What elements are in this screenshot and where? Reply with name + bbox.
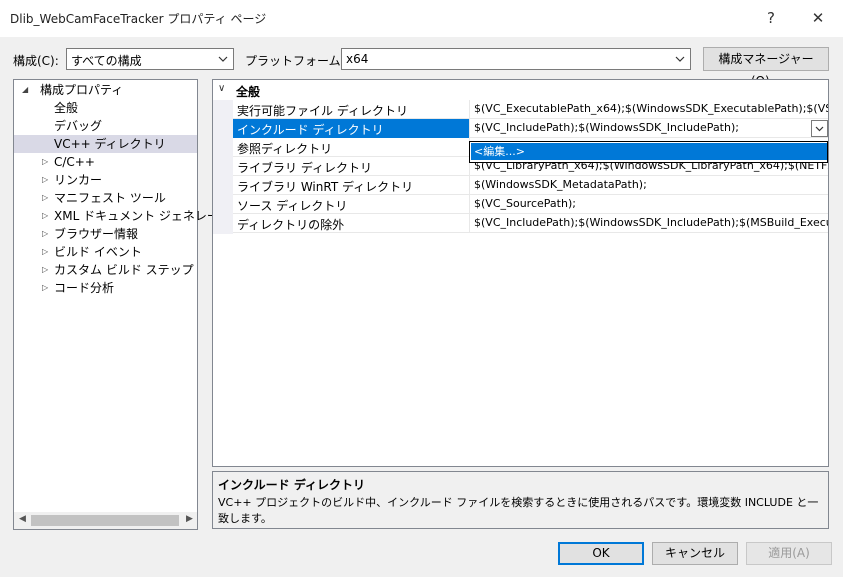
chevron-down-icon	[218, 56, 228, 62]
config-manager-button[interactable]: 構成マネージャー(O)...	[703, 47, 829, 88]
collapsed-triangle-icon[interactable]: ▷	[42, 153, 54, 171]
property-value[interactable]: $(WindowsSDK_MetadataPath);	[474, 178, 828, 191]
chevron-down-icon	[815, 126, 824, 132]
chevron-down-icon[interactable]: ∨	[218, 83, 225, 94]
tree-item-label: 構成プロパティ	[40, 83, 124, 97]
property-tree[interactable]: ◢ 構成プロパティ 全般 デバッグ VC++ ディレクトリ ▷ C/C++ ▷ リンカー ▷ マニフ…	[13, 79, 243, 530]
property-name: 実行可能ファイル ディレクトリ	[237, 104, 408, 118]
tree-item[interactable]: ▷ C/C++	[42, 153, 197, 171]
apply-button[interactable]: 適用(A)	[746, 542, 832, 565]
config-select[interactable]: すべての構成	[66, 48, 234, 70]
tree-item[interactable]: ▷ コード分析	[42, 279, 197, 297]
tree-item-label: C/C++	[54, 155, 95, 169]
category-header[interactable]: ∨ 全般	[213, 80, 828, 100]
chevron-down-icon	[675, 56, 685, 62]
property-row[interactable]: ソース ディレクトリ $(VC_SourcePath);	[233, 195, 828, 214]
horizontal-scrollbar[interactable]: ◀ ▶	[14, 512, 197, 529]
column-separator	[469, 119, 470, 138]
dropdown-button[interactable]	[811, 120, 828, 137]
property-name: 参照ディレクトリ	[237, 142, 333, 156]
property-row[interactable]: ライブラリ WinRT ディレクトリ $(WindowsSDK_MetadataP…	[233, 176, 828, 195]
tree-item-label: VC++ ディレクトリ	[54, 137, 166, 151]
scrollbar-thumb[interactable]	[31, 515, 179, 526]
edit-dropdown-popup[interactable]: <編集...>	[469, 141, 828, 163]
tree-item[interactable]: ▷ ビルド イベント	[42, 243, 197, 261]
collapsed-triangle-icon[interactable]: ▷	[42, 207, 54, 225]
tree-item-label: ビルド イベント	[54, 245, 142, 259]
config-label: 構成(C):	[13, 54, 59, 68]
property-name: ライブラリ WinRT ディレクトリ	[237, 180, 414, 194]
collapsed-triangle-icon[interactable]: ▷	[42, 171, 54, 189]
tree-item[interactable]: ▷ カスタム ビルド ステップ	[42, 261, 197, 279]
property-row[interactable]: 実行可能ファイル ディレクトリ $(VC_ExecutablePath_x64);…	[233, 100, 828, 119]
property-value[interactable]: $(VC_IncludePath);$(WindowsSDK_IncludePa…	[474, 216, 828, 229]
tree-item-label: マニフェスト ツール	[54, 191, 166, 205]
edit-option[interactable]: <編集...>	[471, 143, 827, 160]
platform-select[interactable]: x64	[341, 48, 691, 70]
tree-item[interactable]: デバッグ	[54, 117, 197, 135]
property-row[interactable]: ディレクトリの除外 $(VC_IncludePath);$(WindowsSDK_…	[233, 214, 828, 233]
collapsed-triangle-icon[interactable]: ▷	[42, 261, 54, 279]
close-button[interactable]: ✕	[806, 8, 830, 28]
tree-item-label: カスタム ビルド ステップ	[54, 263, 194, 277]
category-label: 全般	[236, 85, 261, 99]
collapsed-triangle-icon[interactable]: ▷	[42, 225, 54, 243]
tree-item-label: 全般	[54, 101, 79, 115]
collapsed-triangle-icon[interactable]: ▷	[42, 189, 54, 207]
expanded-triangle-icon[interactable]: ◢	[22, 81, 34, 99]
title-bar: Dlib_WebCamFaceTracker プロパティ ページ ? ✕	[0, 0, 843, 37]
ok-button[interactable]: OK	[558, 542, 644, 565]
scroll-right-icon[interactable]: ▶	[186, 514, 193, 524]
collapsed-triangle-icon[interactable]: ▷	[42, 243, 54, 261]
property-name: ライブラリ ディレクトリ	[237, 161, 372, 175]
cancel-button[interactable]: キャンセル	[652, 542, 738, 565]
property-value[interactable]: $(VC_SourcePath);	[474, 197, 828, 210]
tree-item-label: デバッグ	[54, 119, 103, 133]
config-value: すべての構成	[71, 54, 142, 68]
tree-item[interactable]: ▷ マニフェスト ツール	[42, 189, 197, 207]
help-button[interactable]: ?	[759, 8, 783, 28]
tree-item[interactable]: ▷ ブラウザー情報	[42, 225, 197, 243]
grid-gutter	[213, 100, 233, 234]
scroll-left-icon[interactable]: ◀	[19, 514, 26, 524]
tree-item-label: ブラウザー情報	[54, 227, 139, 241]
column-separator	[469, 214, 470, 233]
tree-item-label: リンカー	[54, 173, 103, 187]
tree-item-label: コード分析	[54, 281, 115, 295]
tree-item[interactable]: ◢ 構成プロパティ	[22, 81, 197, 99]
collapsed-triangle-icon[interactable]: ▷	[42, 279, 54, 297]
property-name: ディレクトリの除外	[237, 218, 345, 232]
description-title: インクルード ディレクトリ	[218, 478, 365, 492]
window-title: Dlib_WebCamFaceTracker プロパティ ページ	[10, 12, 267, 26]
description-panel: インクルード ディレクトリ VC++ プロジェクトのビルド中、インクルード ファ…	[212, 471, 829, 529]
tree-item[interactable]: ▷ リンカー	[42, 171, 197, 189]
property-value[interactable]: $(VC_ExecutablePath_x64);$(WindowsSDK_Ex…	[474, 102, 828, 115]
property-name: ソース ディレクトリ	[237, 199, 348, 213]
property-row[interactable]: インクルード ディレクトリ $(VC_IncludePath);$(Windows…	[233, 119, 828, 138]
property-name: インクルード ディレクトリ	[237, 123, 384, 137]
tree-item[interactable]: ▷ XML ドキュメント ジェネレーター	[42, 207, 243, 225]
column-separator	[469, 100, 470, 119]
property-value[interactable]: $(VC_IncludePath);$(WindowsSDK_IncludePa…	[474, 121, 807, 134]
tree-item[interactable]: VC++ ディレクトリ	[14, 135, 197, 153]
tree-item[interactable]: 全般	[54, 99, 197, 117]
column-separator	[469, 195, 470, 214]
description-text: VC++ プロジェクトのビルド中、インクルード ファイルを検索するときに使用され…	[218, 496, 819, 525]
property-grid[interactable]: ∨ 全般 実行可能ファイル ディレクトリ $(VC_ExecutablePath_…	[212, 79, 829, 467]
column-separator	[469, 176, 470, 195]
platform-value: x64	[346, 52, 369, 66]
